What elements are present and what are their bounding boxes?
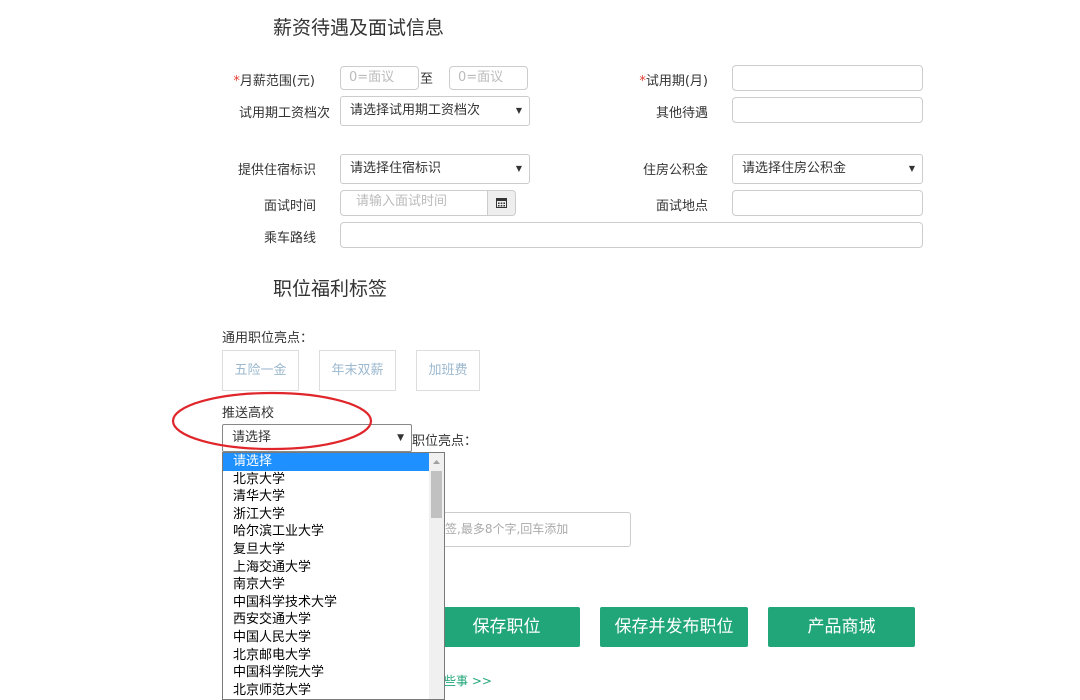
dropdown-scrollbar[interactable] (429, 453, 444, 699)
salary-range-label: *月薪范围(元) (233, 74, 315, 89)
university-dropdown-list[interactable]: 请选择 北京大学 清华大学 浙江大学 哈尔滨工业大学 复旦大学 上海交通大学 南… (222, 452, 445, 700)
salary-min-input[interactable]: 0=面议 (340, 66, 419, 90)
scrollbar-thumb[interactable] (431, 471, 442, 518)
section-title-salary: 薪资待遇及面试信息 (273, 17, 445, 39)
trial-salary-select[interactable]: 请选择试用期工资档次 ▼ (340, 96, 530, 126)
save-button[interactable]: 保存职位 (433, 607, 580, 647)
route-label: 乘车路线 (263, 231, 316, 246)
salary-max-input[interactable]: 0=面议 (449, 66, 528, 90)
calendar-button[interactable] (487, 190, 516, 216)
caret-down-icon: ▼ (515, 106, 522, 115)
save-publish-button[interactable]: 保存并发布职位 (600, 607, 748, 647)
interview-time-label: 面试时间 (263, 199, 316, 214)
annotation-ellipse (171, 391, 373, 451)
housing-select[interactable]: 请选择住宿标识 ▼ (340, 154, 530, 184)
highlight-tag[interactable]: 年末双薪 (319, 350, 396, 391)
highlights-label: 通用职位亮点： (222, 331, 314, 346)
highlight-tag[interactable]: 五险一金 (222, 350, 299, 391)
salary-to-label: 至 (420, 72, 434, 87)
interview-time-input[interactable]: 请输入面试时间 (340, 190, 488, 216)
university-option[interactable]: 复旦大学 (223, 541, 444, 559)
university-option[interactable]: 南京大学 (223, 576, 444, 594)
product-mall-button[interactable]: 产品商城 (768, 607, 915, 647)
housing-label: 提供住宿标识 (237, 163, 316, 178)
other-benefits-label: 其他待遇 (655, 106, 708, 121)
interview-place-label: 面试地点 (655, 199, 708, 214)
university-option[interactable]: 北京师范大学 (223, 682, 444, 699)
custom-tag-input[interactable]: 签,最多8个字,回车添加 (420, 512, 631, 547)
caret-down-icon: ▼ (515, 164, 522, 173)
custom-highlights-label: 职位亮点： (412, 434, 478, 449)
scroll-up-arrow-icon (433, 460, 440, 464)
footer-link[interactable]: 些事 >> (444, 672, 492, 689)
university-option[interactable]: 北京大学 (223, 471, 444, 489)
university-option[interactable]: 中国科学技术大学 (223, 594, 444, 612)
other-benefits-input[interactable] (732, 97, 923, 123)
route-input[interactable] (340, 222, 923, 248)
trial-period-input[interactable] (732, 65, 923, 91)
housing-fund-select[interactable]: 请选择住房公积金 ▼ (732, 154, 923, 184)
housing-fund-label: 住房公积金 (642, 163, 708, 178)
university-option[interactable]: 北京邮电大学 (223, 647, 444, 665)
section-title-welfare: 职位福利标签 (273, 278, 388, 300)
university-option[interactable]: 上海交通大学 (223, 559, 444, 577)
university-option[interactable]: 中国人民大学 (223, 629, 444, 647)
university-option[interactable]: 哈尔滨工业大学 (223, 523, 444, 541)
highlight-tag[interactable]: 加班费 (416, 350, 480, 391)
caret-down-icon: ▼ (397, 433, 404, 443)
interview-place-input[interactable] (732, 190, 923, 216)
university-option[interactable]: 西安交通大学 (223, 611, 444, 629)
calendar-icon (496, 198, 507, 208)
university-option[interactable]: 中国科学院大学 (223, 664, 444, 682)
caret-down-icon: ▼ (908, 164, 915, 173)
trial-salary-label: 试用期工资档次 (238, 106, 330, 121)
trial-period-label: *试用期(月) (639, 74, 708, 89)
university-option[interactable]: 浙江大学 (223, 506, 444, 524)
university-option[interactable]: 清华大学 (223, 488, 444, 506)
